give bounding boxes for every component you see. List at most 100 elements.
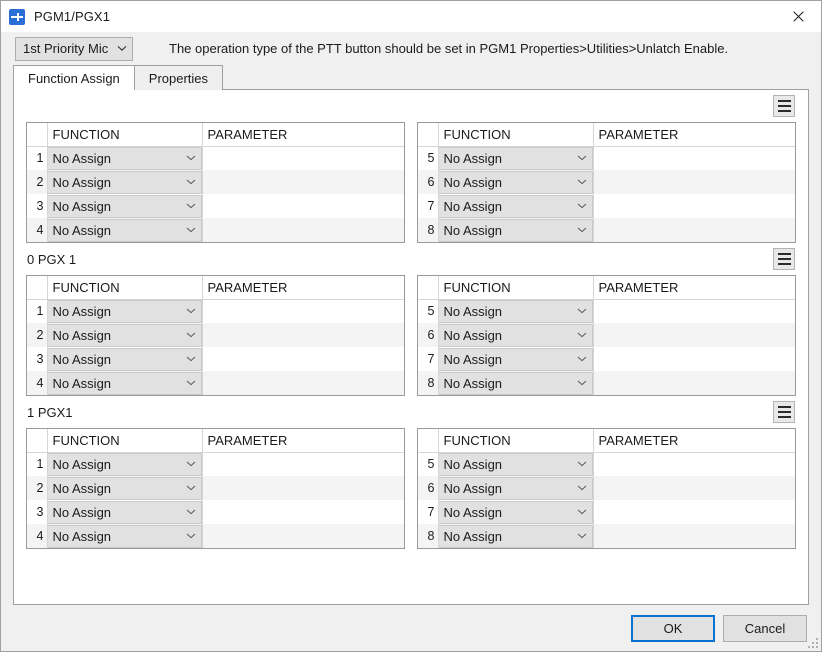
function-select[interactable]: No Assign	[439, 147, 593, 170]
function-select[interactable]: No Assign	[48, 195, 202, 218]
parameter-cell[interactable]	[593, 218, 795, 242]
function-select-value: No Assign	[444, 223, 575, 238]
function-select[interactable]: No Assign	[48, 348, 202, 371]
row-index: 6	[418, 170, 438, 194]
parameter-cell[interactable]	[593, 146, 795, 170]
section-label: 1 PGX1	[26, 405, 73, 420]
function-cell: No Assign	[47, 146, 202, 170]
ok-button-label: OK	[664, 621, 683, 636]
function-select-value: No Assign	[53, 505, 184, 520]
parameter-cell[interactable]	[593, 170, 795, 194]
table-row: 3 No Assign	[27, 194, 404, 218]
function-select[interactable]: No Assign	[439, 525, 593, 548]
function-select[interactable]: No Assign	[48, 372, 202, 395]
section-header: 0 PGX 1	[26, 243, 796, 275]
function-cell: No Assign	[438, 194, 593, 218]
row-index: 7	[418, 347, 438, 371]
function-select[interactable]: No Assign	[439, 501, 593, 524]
title-bar: PGM1/PGX1	[1, 1, 821, 32]
info-note: The operation type of the PTT button sho…	[169, 41, 728, 56]
parameter-cell[interactable]	[202, 170, 404, 194]
parameter-cell[interactable]	[202, 371, 404, 395]
function-column-header: FUNCTION	[438, 123, 593, 146]
section-menu-button[interactable]	[773, 95, 795, 117]
function-select[interactable]: No Assign	[439, 171, 593, 194]
parameter-cell[interactable]	[593, 347, 795, 371]
function-cell: No Assign	[438, 323, 593, 347]
function-select[interactable]: No Assign	[439, 477, 593, 500]
function-select[interactable]: No Assign	[48, 453, 202, 476]
chevron-down-icon	[184, 356, 198, 362]
table-row: 7 No Assign	[418, 500, 795, 524]
chevron-down-icon	[575, 356, 589, 362]
hamburger-icon-bar	[778, 110, 791, 112]
priority-mic-select[interactable]: 1st Priority Mic	[15, 37, 133, 61]
dialog-footer: OK Cancel	[1, 605, 821, 651]
function-select-value: No Assign	[53, 199, 184, 214]
parameter-cell[interactable]	[593, 371, 795, 395]
parameter-cell[interactable]	[202, 524, 404, 548]
cancel-button-label: Cancel	[745, 621, 785, 636]
row-index: 5	[418, 146, 438, 170]
function-select[interactable]: No Assign	[48, 219, 202, 242]
parameter-cell[interactable]	[593, 452, 795, 476]
function-select[interactable]: No Assign	[48, 171, 202, 194]
close-button[interactable]	[776, 1, 821, 32]
function-cell: No Assign	[438, 146, 593, 170]
ok-button[interactable]: OK	[631, 615, 715, 642]
parameter-cell[interactable]	[593, 500, 795, 524]
parameter-cell[interactable]	[593, 476, 795, 500]
parameter-cell[interactable]	[202, 146, 404, 170]
function-select[interactable]: No Assign	[48, 501, 202, 524]
chevron-down-icon	[575, 461, 589, 467]
row-index: 2	[27, 476, 47, 500]
parameter-column-header: PARAMETER	[202, 123, 404, 146]
parameter-cell[interactable]	[593, 323, 795, 347]
section-menu-button[interactable]	[773, 248, 795, 270]
resize-grip-icon[interactable]	[806, 636, 818, 648]
assign-table-right: FUNCTION PARAMETER 5 No Assign	[417, 122, 796, 243]
function-select[interactable]: No Assign	[48, 324, 202, 347]
parameter-cell[interactable]	[593, 524, 795, 548]
parameter-cell[interactable]	[593, 194, 795, 218]
parameter-cell[interactable]	[202, 194, 404, 218]
function-select[interactable]: No Assign	[48, 525, 202, 548]
chevron-down-icon	[184, 380, 198, 386]
function-select[interactable]: No Assign	[439, 372, 593, 395]
function-cell: No Assign	[47, 218, 202, 242]
tab-function-assign-label: Function Assign	[28, 71, 120, 86]
function-select-value: No Assign	[53, 529, 184, 544]
function-select[interactable]: No Assign	[439, 219, 593, 242]
section-menu-button[interactable]	[773, 401, 795, 423]
parameter-cell[interactable]	[202, 299, 404, 323]
table-row: 4 No Assign	[27, 371, 404, 395]
table-row: 5 No Assign	[418, 146, 795, 170]
cancel-button[interactable]: Cancel	[723, 615, 807, 642]
function-select[interactable]: No Assign	[439, 300, 593, 323]
window-title: PGM1/PGX1	[34, 9, 110, 24]
tab-function-assign[interactable]: Function Assign	[13, 65, 135, 90]
parameter-cell[interactable]	[593, 299, 795, 323]
function-select[interactable]: No Assign	[48, 147, 202, 170]
parameter-cell[interactable]	[202, 452, 404, 476]
chevron-down-icon	[184, 203, 198, 209]
parameter-cell[interactable]	[202, 323, 404, 347]
function-select[interactable]: No Assign	[48, 477, 202, 500]
function-select-value: No Assign	[444, 175, 575, 190]
parameter-cell[interactable]	[202, 500, 404, 524]
assign-section: 1 PGX1 FUNCTION PARAMETER	[14, 396, 808, 549]
function-cell: No Assign	[438, 347, 593, 371]
function-select[interactable]: No Assign	[439, 348, 593, 371]
function-select[interactable]: No Assign	[439, 453, 593, 476]
function-select[interactable]: No Assign	[439, 324, 593, 347]
function-select[interactable]: No Assign	[439, 195, 593, 218]
chevron-down-icon	[575, 380, 589, 386]
function-cell: No Assign	[47, 524, 202, 548]
parameter-cell[interactable]	[202, 347, 404, 371]
table-row: 2 No Assign	[27, 170, 404, 194]
table-row: 6 No Assign	[418, 476, 795, 500]
function-select[interactable]: No Assign	[48, 300, 202, 323]
parameter-cell[interactable]	[202, 476, 404, 500]
tab-properties[interactable]: Properties	[134, 65, 223, 90]
parameter-cell[interactable]	[202, 218, 404, 242]
